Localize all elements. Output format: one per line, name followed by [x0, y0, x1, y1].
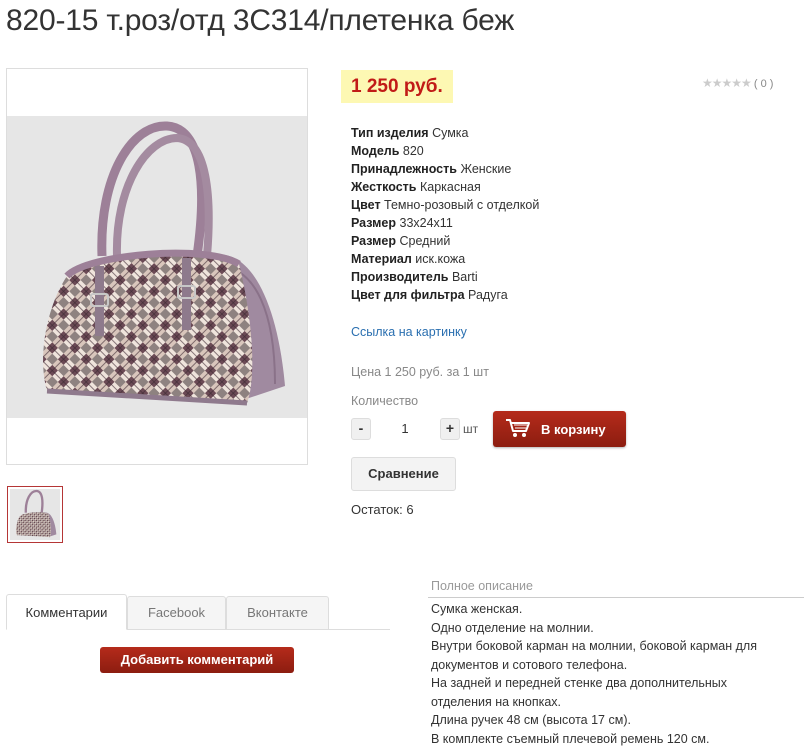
description-body: Сумка женская. Одно отделение на молнии.… — [431, 600, 801, 748]
spec-row: Материал иск.кожа — [351, 250, 539, 268]
spec-label: Тип изделия — [351, 126, 429, 140]
description-line: На задней и передней стенке два дополнит… — [431, 676, 728, 690]
spec-label: Цвет — [351, 198, 381, 212]
spec-value: Темно-розовый с отделкой — [384, 198, 540, 212]
product-main-image[interactable] — [6, 68, 308, 465]
description-line: Длина ручек 48 см (высота 17 см). — [431, 713, 631, 727]
spec-row: Размер Средний — [351, 232, 539, 250]
thumbnail-photo — [10, 489, 60, 540]
spec-row: Цвет Темно-розовый с отделкой — [351, 196, 539, 214]
spec-value: Радуга — [468, 288, 508, 302]
description-divider — [428, 597, 804, 598]
spec-row: Модель 820 — [351, 142, 539, 160]
spec-value: Средний — [399, 234, 451, 248]
spec-row: Производитель Barti — [351, 268, 539, 286]
description-line: Внутри боковой карман на молнии, боковой… — [431, 639, 757, 653]
star-icon[interactable]: ★★★★★ — [702, 76, 752, 90]
spec-value: Женские — [460, 162, 512, 176]
spec-label: Жесткость — [351, 180, 417, 194]
spec-label: Размер — [351, 216, 397, 230]
add-to-cart-label: В корзину — [541, 421, 606, 437]
spec-row: Принадлежность Женские — [351, 160, 539, 178]
spec-value: 820 — [402, 144, 424, 158]
spec-label: Производитель — [351, 270, 449, 284]
handbag-illustration — [43, 121, 285, 406]
spec-row: Размер 33x24x11 — [351, 214, 539, 232]
spec-label: Принадлежность — [351, 162, 457, 176]
product-photo — [7, 116, 307, 418]
spec-label: Цвет для фильтра — [351, 288, 465, 302]
social-tabs: Комментарии Facebook Вконтакте — [6, 594, 390, 630]
spec-row: Тип изделия Сумка — [351, 124, 539, 142]
tab-facebook[interactable]: Facebook — [127, 596, 226, 630]
tab-comments[interactable]: Комментарии — [6, 594, 127, 630]
description-heading: Полное описание — [431, 579, 533, 593]
compare-button[interactable]: Сравнение — [351, 457, 456, 491]
spec-value: 33x24x11 — [399, 216, 453, 230]
quantity-unit: шт — [463, 422, 479, 436]
tab-vkontakte[interactable]: Вконтакте — [226, 596, 329, 630]
description-line: Сумка женская. — [431, 602, 523, 616]
handbag-thumbnail-illustration — [16, 489, 57, 538]
description-line: В комплекте съемный плечевой ремень 120 … — [431, 731, 710, 746]
description-line: Одно отделение на молнии. — [431, 620, 594, 635]
spec-value: Barti — [451, 270, 478, 284]
quantity-decrease-button[interactable]: - — [351, 418, 371, 440]
product-thumbnail[interactable] — [7, 486, 63, 543]
picture-link[interactable]: Ссылка на картинку — [351, 325, 467, 339]
product-specs: Тип изделия Сумка Модель 820 Принадлежно… — [351, 124, 539, 304]
spec-row: Жесткость Каркасная — [351, 178, 539, 196]
stock-remaining: Остаток: 6 — [351, 502, 414, 517]
description-line: отделения на кнопках. — [431, 694, 562, 709]
quantity-increase-button[interactable]: + — [440, 418, 460, 440]
spec-value: иск.кожа — [415, 252, 466, 266]
rating-count: ( 0 ) — [753, 78, 774, 90]
price-per-unit: Цена 1 250 руб. за 1 шт — [351, 365, 489, 379]
add-to-cart-button[interactable]: В корзину — [493, 411, 626, 447]
description-line: документов и сотового телефона. — [431, 657, 628, 672]
rating[interactable]: ★★★★★ ( 0 ) — [702, 76, 773, 90]
shopping-cart-icon — [505, 418, 531, 441]
add-comment-button[interactable]: Добавить комментарий — [100, 647, 294, 673]
spec-label: Модель — [351, 144, 400, 158]
quantity-input[interactable] — [376, 418, 434, 440]
spec-value: Сумка — [432, 126, 469, 140]
spec-row: Цвет для фильтра Радуга — [351, 286, 539, 304]
spec-label: Материал — [351, 252, 412, 266]
page-title: 820-15 т.роз/отд 3С314/плетенка беж — [6, 4, 515, 37]
quantity-label: Количество — [351, 394, 419, 408]
spec-label: Размер — [351, 234, 397, 248]
price-badge: 1 250 руб. — [341, 70, 453, 103]
spec-value: Каркасная — [419, 180, 481, 194]
